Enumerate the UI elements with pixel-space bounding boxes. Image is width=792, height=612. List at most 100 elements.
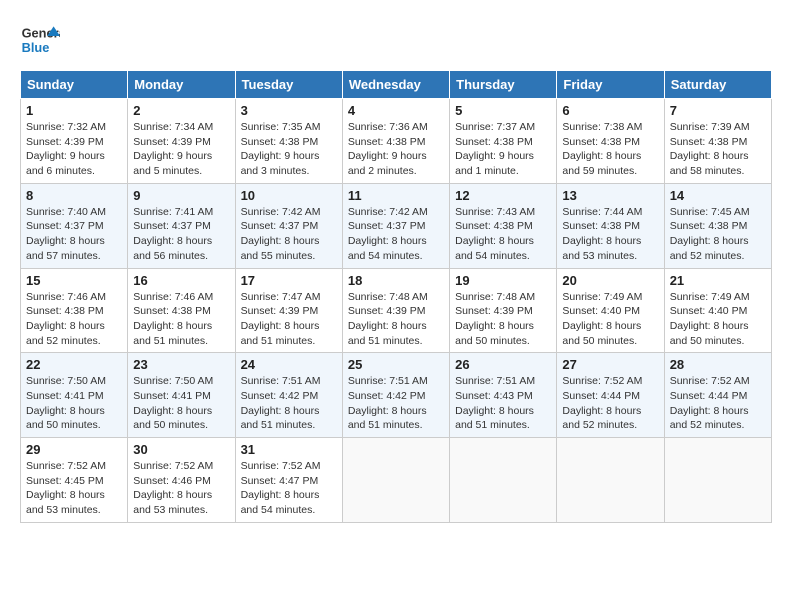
daylight-label: Daylight: 8 hours and 54 minutes. [455, 235, 534, 262]
day-number: 1 [26, 103, 122, 118]
daylight-label: Daylight: 8 hours and 52 minutes. [670, 405, 749, 432]
day-number: 19 [455, 273, 551, 288]
day-info: Sunrise: 7:48 AM Sunset: 4:39 PM Dayligh… [455, 290, 551, 349]
daylight-label: Daylight: 8 hours and 56 minutes. [133, 235, 212, 262]
calendar-cell: 13 Sunrise: 7:44 AM Sunset: 4:38 PM Dayl… [557, 183, 664, 268]
sunrise-label: Sunrise: 7:51 AM [455, 375, 535, 387]
calendar-cell: 1 Sunrise: 7:32 AM Sunset: 4:39 PM Dayli… [21, 99, 128, 184]
day-number: 21 [670, 273, 766, 288]
day-info: Sunrise: 7:52 AM Sunset: 4:44 PM Dayligh… [670, 374, 766, 433]
sunrise-label: Sunrise: 7:50 AM [133, 375, 213, 387]
daylight-label: Daylight: 8 hours and 50 minutes. [133, 405, 212, 432]
sunrise-label: Sunrise: 7:45 AM [670, 206, 750, 218]
sunset-label: Sunset: 4:43 PM [455, 390, 533, 402]
calendar-cell: 14 Sunrise: 7:45 AM Sunset: 4:38 PM Dayl… [664, 183, 771, 268]
daylight-label: Daylight: 8 hours and 50 minutes. [26, 405, 105, 432]
day-info: Sunrise: 7:44 AM Sunset: 4:38 PM Dayligh… [562, 205, 658, 264]
day-info: Sunrise: 7:36 AM Sunset: 4:38 PM Dayligh… [348, 120, 444, 179]
sunset-label: Sunset: 4:38 PM [455, 220, 533, 232]
day-info: Sunrise: 7:49 AM Sunset: 4:40 PM Dayligh… [670, 290, 766, 349]
sunset-label: Sunset: 4:39 PM [26, 136, 104, 148]
calendar-cell: 26 Sunrise: 7:51 AM Sunset: 4:43 PM Dayl… [450, 353, 557, 438]
day-number: 6 [562, 103, 658, 118]
sunset-label: Sunset: 4:44 PM [670, 390, 748, 402]
daylight-label: Daylight: 8 hours and 52 minutes. [26, 320, 105, 347]
calendar-cell: 29 Sunrise: 7:52 AM Sunset: 4:45 PM Dayl… [21, 438, 128, 523]
day-number: 23 [133, 357, 229, 372]
day-info: Sunrise: 7:45 AM Sunset: 4:38 PM Dayligh… [670, 205, 766, 264]
column-header-thursday: Thursday [450, 71, 557, 99]
sunset-label: Sunset: 4:38 PM [670, 220, 748, 232]
calendar-week-row: 29 Sunrise: 7:52 AM Sunset: 4:45 PM Dayl… [21, 438, 772, 523]
day-info: Sunrise: 7:51 AM Sunset: 4:42 PM Dayligh… [241, 374, 337, 433]
sunrise-label: Sunrise: 7:42 AM [348, 206, 428, 218]
calendar-cell: 8 Sunrise: 7:40 AM Sunset: 4:37 PM Dayli… [21, 183, 128, 268]
daylight-label: Daylight: 8 hours and 57 minutes. [26, 235, 105, 262]
day-info: Sunrise: 7:50 AM Sunset: 4:41 PM Dayligh… [26, 374, 122, 433]
sunrise-label: Sunrise: 7:52 AM [562, 375, 642, 387]
day-info: Sunrise: 7:50 AM Sunset: 4:41 PM Dayligh… [133, 374, 229, 433]
calendar-cell: 5 Sunrise: 7:37 AM Sunset: 4:38 PM Dayli… [450, 99, 557, 184]
calendar-cell: 10 Sunrise: 7:42 AM Sunset: 4:37 PM Dayl… [235, 183, 342, 268]
calendar-cell: 23 Sunrise: 7:50 AM Sunset: 4:41 PM Dayl… [128, 353, 235, 438]
sunrise-label: Sunrise: 7:41 AM [133, 206, 213, 218]
calendar-cell: 15 Sunrise: 7:46 AM Sunset: 4:38 PM Dayl… [21, 268, 128, 353]
day-number: 9 [133, 188, 229, 203]
sunrise-label: Sunrise: 7:48 AM [348, 291, 428, 303]
day-info: Sunrise: 7:37 AM Sunset: 4:38 PM Dayligh… [455, 120, 551, 179]
calendar-cell [342, 438, 449, 523]
sunset-label: Sunset: 4:42 PM [348, 390, 426, 402]
calendar-cell: 22 Sunrise: 7:50 AM Sunset: 4:41 PM Dayl… [21, 353, 128, 438]
calendar-cell: 28 Sunrise: 7:52 AM Sunset: 4:44 PM Dayl… [664, 353, 771, 438]
sunrise-label: Sunrise: 7:52 AM [26, 460, 106, 472]
calendar-cell: 11 Sunrise: 7:42 AM Sunset: 4:37 PM Dayl… [342, 183, 449, 268]
day-info: Sunrise: 7:32 AM Sunset: 4:39 PM Dayligh… [26, 120, 122, 179]
sunset-label: Sunset: 4:39 PM [348, 305, 426, 317]
sunrise-label: Sunrise: 7:37 AM [455, 121, 535, 133]
daylight-label: Daylight: 8 hours and 51 minutes. [348, 320, 427, 347]
calendar-week-row: 1 Sunrise: 7:32 AM Sunset: 4:39 PM Dayli… [21, 99, 772, 184]
calendar-week-row: 15 Sunrise: 7:46 AM Sunset: 4:38 PM Dayl… [21, 268, 772, 353]
calendar-cell: 6 Sunrise: 7:38 AM Sunset: 4:38 PM Dayli… [557, 99, 664, 184]
calendar-cell: 16 Sunrise: 7:46 AM Sunset: 4:38 PM Dayl… [128, 268, 235, 353]
sunrise-label: Sunrise: 7:32 AM [26, 121, 106, 133]
calendar-week-row: 8 Sunrise: 7:40 AM Sunset: 4:37 PM Dayli… [21, 183, 772, 268]
calendar-cell: 27 Sunrise: 7:52 AM Sunset: 4:44 PM Dayl… [557, 353, 664, 438]
sunrise-label: Sunrise: 7:51 AM [241, 375, 321, 387]
daylight-label: Daylight: 8 hours and 54 minutes. [348, 235, 427, 262]
column-header-monday: Monday [128, 71, 235, 99]
sunrise-label: Sunrise: 7:49 AM [670, 291, 750, 303]
sunrise-label: Sunrise: 7:50 AM [26, 375, 106, 387]
day-number: 20 [562, 273, 658, 288]
calendar-cell: 18 Sunrise: 7:48 AM Sunset: 4:39 PM Dayl… [342, 268, 449, 353]
sunset-label: Sunset: 4:38 PM [133, 305, 211, 317]
day-info: Sunrise: 7:46 AM Sunset: 4:38 PM Dayligh… [26, 290, 122, 349]
day-info: Sunrise: 7:52 AM Sunset: 4:46 PM Dayligh… [133, 459, 229, 518]
calendar-cell: 7 Sunrise: 7:39 AM Sunset: 4:38 PM Dayli… [664, 99, 771, 184]
day-info: Sunrise: 7:46 AM Sunset: 4:38 PM Dayligh… [133, 290, 229, 349]
day-number: 30 [133, 442, 229, 457]
day-number: 31 [241, 442, 337, 457]
day-number: 24 [241, 357, 337, 372]
sunrise-label: Sunrise: 7:38 AM [562, 121, 642, 133]
sunset-label: Sunset: 4:40 PM [670, 305, 748, 317]
calendar-cell: 30 Sunrise: 7:52 AM Sunset: 4:46 PM Dayl… [128, 438, 235, 523]
day-number: 25 [348, 357, 444, 372]
sunset-label: Sunset: 4:38 PM [348, 136, 426, 148]
logo-icon: General Blue [20, 20, 60, 60]
sunset-label: Sunset: 4:46 PM [133, 475, 211, 487]
day-number: 5 [455, 103, 551, 118]
calendar-cell: 3 Sunrise: 7:35 AM Sunset: 4:38 PM Dayli… [235, 99, 342, 184]
daylight-label: Daylight: 8 hours and 53 minutes. [26, 489, 105, 516]
sunrise-label: Sunrise: 7:51 AM [348, 375, 428, 387]
day-info: Sunrise: 7:39 AM Sunset: 4:38 PM Dayligh… [670, 120, 766, 179]
daylight-label: Daylight: 8 hours and 53 minutes. [562, 235, 641, 262]
daylight-label: Daylight: 9 hours and 6 minutes. [26, 150, 105, 177]
daylight-label: Daylight: 8 hours and 51 minutes. [348, 405, 427, 432]
sunset-label: Sunset: 4:41 PM [133, 390, 211, 402]
daylight-label: Daylight: 8 hours and 51 minutes. [133, 320, 212, 347]
sunrise-label: Sunrise: 7:39 AM [670, 121, 750, 133]
day-number: 3 [241, 103, 337, 118]
daylight-label: Daylight: 8 hours and 54 minutes. [241, 489, 320, 516]
sunset-label: Sunset: 4:39 PM [241, 305, 319, 317]
